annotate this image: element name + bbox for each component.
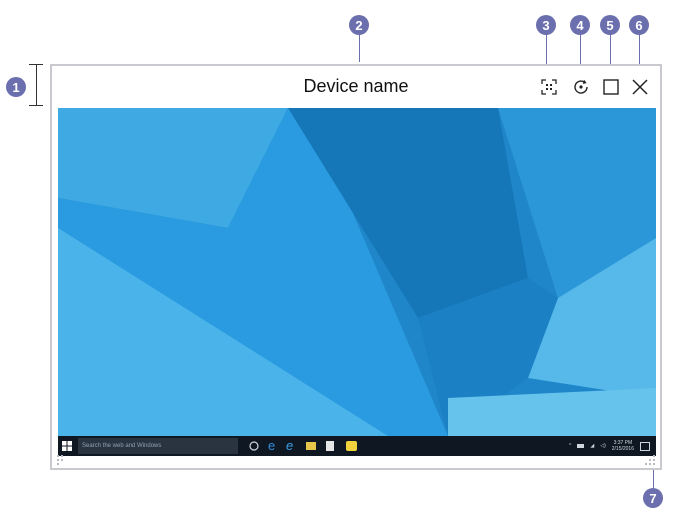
taskbar-search-placeholder: Search the web and Windows [82,443,162,449]
network-icon[interactable]: ◢ [590,443,594,449]
system-tray: ^ ◢ ◁) 3:37 PM 2/15/2016 [569,438,650,454]
windows-taskbar: Search the web and Windows e e ^ ◢ ◁) 3:… [58,436,656,456]
rotate-button[interactable] [570,76,592,98]
mirroring-window: Device name Search the web and Windows e… [50,64,662,470]
store-icon [326,441,334,451]
callout-7: 7 [643,488,663,508]
notifications-icon[interactable] [640,441,650,451]
close-button[interactable] [629,76,651,98]
tray-chevron-icon[interactable]: ^ [569,443,571,449]
clock-date: 2/15/2016 [611,446,634,452]
titlebar-height-indicator [36,64,37,106]
callout-5: 5 [600,15,620,35]
indicator-top-tick [29,64,43,65]
task-view-icon [249,441,259,451]
edge-browser-icon: e [268,438,275,453]
taskbar-app-icons[interactable]: e e [246,438,386,454]
callout-1: 1 [6,77,26,97]
rotate-icon [574,80,588,94]
callout-3: 3 [536,15,556,35]
maximize-button[interactable] [600,76,622,98]
title-bar[interactable]: Device name [52,66,660,108]
taskbar-search-box[interactable]: Search the web and Windows [78,438,238,454]
sticky-notes-icon [346,441,357,451]
file-explorer-icon [306,442,316,450]
resize-grip-left-icon[interactable] [56,454,68,466]
desktop-wallpaper [58,108,656,456]
callout-4: 4 [570,15,590,35]
mirrored-desktop[interactable]: Search the web and Windows e e ^ ◢ ◁) 3:… [58,108,656,456]
indicator-bottom-tick [29,105,43,106]
callout-7-leader [653,468,654,488]
taskbar-clock[interactable]: 3:37 PM 2/15/2016 [612,440,634,452]
window-title: Device name [303,76,409,96]
screen-capture-icon [541,79,557,95]
close-icon [632,79,648,95]
windows-start-icon[interactable] [62,441,72,451]
resize-grip-icon[interactable] [644,454,656,466]
internet-explorer-icon: e [286,438,293,453]
volume-icon[interactable]: ◁) [600,443,606,449]
screen-capture-button[interactable] [538,76,560,98]
callout-2: 2 [349,15,369,35]
maximize-icon [603,79,619,95]
callout-6: 6 [629,15,649,35]
battery-icon[interactable] [577,444,585,448]
callout-2-leader [359,35,360,62]
